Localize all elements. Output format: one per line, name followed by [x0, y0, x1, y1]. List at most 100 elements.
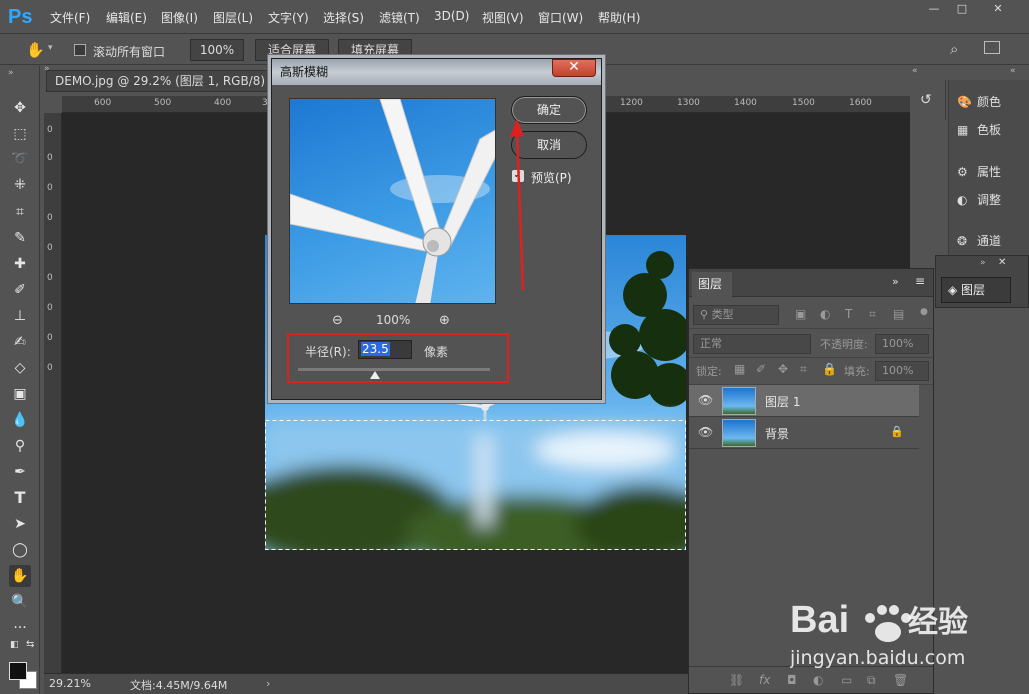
stamp-tool-icon[interactable]: ⊥	[9, 305, 31, 327]
search-icon[interactable]: ⌕	[950, 40, 958, 58]
layer-row-layer1[interactable]: 👁 图层 1	[689, 385, 919, 417]
menu-3d[interactable]: 3D(D)	[434, 9, 469, 23]
new-group-icon[interactable]: ▭	[841, 673, 852, 687]
swap-colors-icon[interactable]: ⇆	[26, 639, 34, 650]
eyedropper-tool-icon[interactable]: ✎	[9, 227, 31, 249]
menu-select[interactable]: 选择(S)	[323, 9, 364, 26]
collapse-icon[interactable]: »	[8, 68, 14, 78]
hand-tool-icon[interactable]: ✋	[26, 41, 45, 59]
history-brush-tool-icon[interactable]: ✍	[9, 331, 31, 353]
panel-collapse-icon[interactable]: »	[44, 65, 52, 74]
lock-paint-icon[interactable]: ✐	[756, 362, 766, 376]
foreground-color-swatch[interactable]	[9, 662, 27, 680]
more-tools-icon[interactable]: ···	[9, 617, 31, 639]
dodge-tool-icon[interactable]: ⚲	[9, 435, 31, 457]
panel-expand-icon[interactable]: »	[892, 275, 899, 288]
new-adjustment-icon[interactable]: ◐	[813, 673, 823, 687]
blur-tool-icon[interactable]: 💧	[9, 409, 31, 431]
minimize-icon[interactable]: —	[920, 2, 948, 16]
menu-filter[interactable]: 滤镜(T)	[379, 9, 420, 26]
document-tab[interactable]: DEMO.jpg @ 29.2% (图层 1, RGB/8) *	[46, 70, 278, 92]
blur-preview[interactable]	[289, 98, 496, 304]
healing-tool-icon[interactable]: ✚	[9, 253, 31, 275]
maximize-icon[interactable]: □	[948, 2, 976, 16]
radius-input[interactable]: 23.5	[358, 340, 412, 359]
default-colors-icon[interactable]: ◧	[10, 640, 20, 650]
dock-properties[interactable]: ⚙ 属性	[957, 159, 1029, 185]
pen-tool-icon[interactable]: ✒	[9, 461, 31, 483]
menu-view[interactable]: 视图(V)	[482, 9, 524, 26]
layers-dock-button[interactable]: ◈ 图层	[941, 277, 1011, 303]
layer-name[interactable]: 图层 1	[765, 393, 800, 410]
fill-input[interactable]: 100%	[875, 361, 929, 381]
filter-adjust-icon[interactable]: ◐	[820, 307, 830, 321]
dock-adjustments[interactable]: ◐ 调整	[957, 187, 1029, 213]
menu-image[interactable]: 图像(I)	[161, 9, 198, 26]
workspace-icon[interactable]	[984, 41, 1000, 54]
zoom-readout[interactable]: 29.21%	[49, 677, 91, 690]
dock-swatches[interactable]: ▦ 色板	[957, 117, 1029, 143]
lock-position-icon[interactable]: ✥	[778, 362, 788, 376]
radius-slider-track[interactable]	[298, 368, 490, 371]
hand-tool-selected-icon[interactable]: ✋	[9, 565, 31, 587]
add-mask-icon[interactable]: ◘	[787, 673, 797, 687]
zoom-tool-icon[interactable]: 🔍	[9, 591, 31, 613]
move-tool-icon[interactable]: ✥	[9, 97, 31, 119]
filter-shape-icon[interactable]: ⌗	[869, 307, 876, 322]
filter-image-icon[interactable]: ▣	[795, 307, 806, 321]
history-icon[interactable]: ↺	[920, 92, 932, 108]
lock-artboard-icon[interactable]: ⌗	[800, 362, 807, 377]
chevron-down-icon[interactable]: ▾	[48, 43, 53, 53]
filter-smart-icon[interactable]: ▤	[893, 307, 904, 321]
fx-icon[interactable]: fx	[759, 673, 770, 687]
ellipse-tool-icon[interactable]: ◯	[9, 539, 31, 561]
visibility-eye-icon[interactable]: 👁	[698, 425, 713, 439]
layer-row-background[interactable]: 👁 背景 🔒	[689, 417, 919, 449]
document-info: 文档:4.45M/9.64M	[130, 679, 228, 692]
layers-tab[interactable]: 图层	[692, 272, 732, 297]
opacity-input[interactable]: 100%	[875, 334, 929, 354]
brush-tool-icon[interactable]: ✐	[9, 279, 31, 301]
expand-icon[interactable]: »	[980, 258, 986, 268]
layer-filter-select[interactable]: ⚲ 类型	[693, 305, 779, 325]
lasso-tool-icon[interactable]: ➰	[9, 148, 31, 170]
path-select-tool-icon[interactable]: ➤	[9, 513, 31, 535]
delete-layer-icon[interactable]: 🗑	[893, 673, 908, 687]
turbine-preview-image	[290, 99, 495, 303]
close-icon[interactable]: ✕	[998, 257, 1006, 268]
blend-mode-select[interactable]: 正常	[693, 334, 811, 354]
menu-file[interactable]: 文件(F)	[50, 9, 90, 26]
new-layer-icon[interactable]: ⧉	[867, 673, 876, 688]
crop-tool-icon[interactable]: ⌗	[9, 201, 31, 223]
menu-help[interactable]: 帮助(H)	[598, 9, 640, 26]
gradient-tool-icon[interactable]: ▣	[9, 383, 31, 405]
close-icon[interactable]: ✕	[552, 59, 596, 77]
collapse-right-icon[interactable]: «	[1010, 66, 1016, 76]
status-arrow-icon[interactable]: ›	[266, 677, 270, 690]
close-window-icon[interactable]: ✕	[984, 2, 1012, 16]
menu-window[interactable]: 窗口(W)	[538, 9, 583, 26]
menu-layer[interactable]: 图层(L)	[213, 9, 253, 26]
zoom-in-icon[interactable]: ⊕	[439, 313, 450, 328]
radius-slider-thumb[interactable]	[369, 371, 380, 379]
eraser-tool-icon[interactable]: ◇	[9, 357, 31, 379]
collapse-left-icon[interactable]: «	[912, 66, 918, 76]
lock-all-icon[interactable]: 🔒	[822, 362, 837, 376]
lock-pixels-icon[interactable]: ▦	[734, 362, 745, 376]
quick-select-tool-icon[interactable]: ⁜	[9, 174, 31, 196]
link-layers-icon[interactable]: ⛓	[729, 673, 744, 687]
menu-edit[interactable]: 编辑(E)	[106, 9, 147, 26]
menu-type[interactable]: 文字(Y)	[268, 9, 309, 26]
marquee-tool-icon[interactable]: ⬚	[9, 123, 31, 145]
visibility-eye-icon[interactable]: 👁	[698, 393, 713, 407]
filter-type-icon[interactable]: T	[845, 307, 852, 321]
zoom-100-button[interactable]: 100%	[190, 39, 244, 61]
zoom-out-icon[interactable]: ⊖	[332, 313, 343, 328]
dock-color[interactable]: 🎨 颜色	[957, 89, 1029, 115]
scroll-all-checkbox[interactable]	[74, 44, 86, 56]
type-tool-icon[interactable]: T	[9, 487, 31, 509]
dock-channels[interactable]: ❂ 通道	[957, 228, 1029, 254]
panel-menu-icon[interactable]: ≡	[915, 274, 925, 288]
filter-toggle-icon[interactable]: ●	[920, 307, 928, 317]
layer-name[interactable]: 背景	[765, 425, 789, 442]
